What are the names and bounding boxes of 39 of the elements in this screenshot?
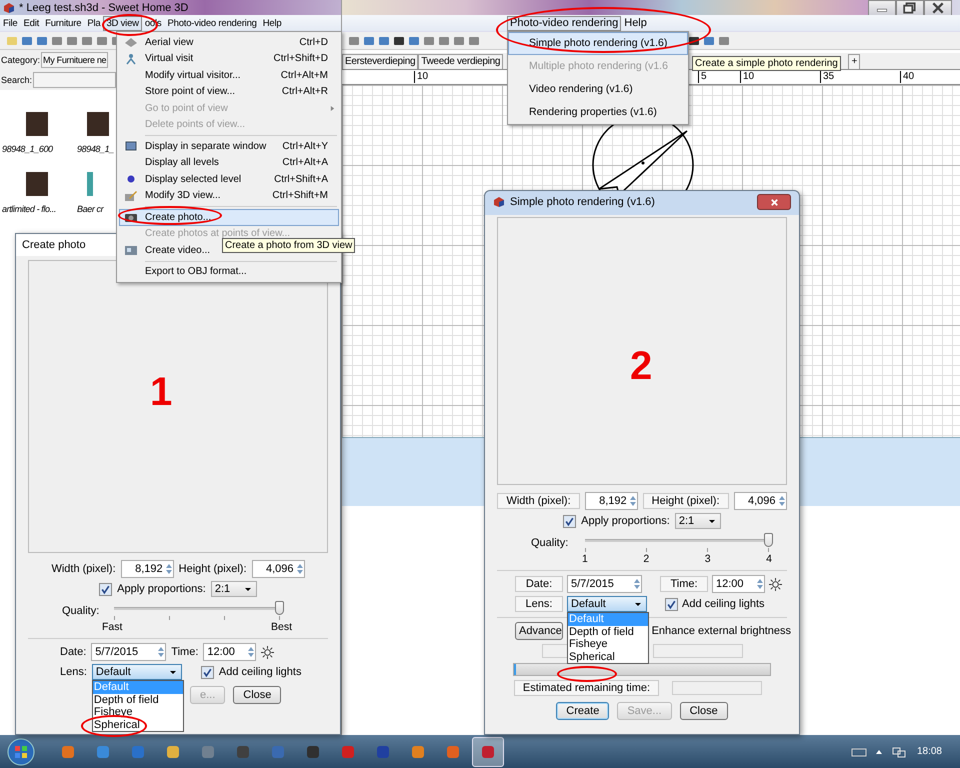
furniture-name: artlimited - flo... <box>2 204 56 214</box>
step-number: 1 <box>150 372 172 412</box>
tick-label: Best <box>270 621 292 633</box>
field-label: Date: <box>515 576 563 592</box>
field-label: Estimated remaining time: <box>514 680 660 696</box>
category-label: Category: <box>1 55 40 65</box>
field-label: Lens: <box>60 666 87 678</box>
tooltip: Create a simple photo rendering <box>692 56 841 71</box>
field-label: Time: <box>660 576 708 592</box>
field-label: Height (pixel): <box>642 493 729 509</box>
furniture-name: 98948_1_ <box>77 144 114 154</box>
field-label: Lens: <box>515 596 563 612</box>
tick-label: 2 <box>643 553 650 565</box>
field-label: Height (pixel): <box>178 563 247 575</box>
field-label: Time: <box>171 646 198 658</box>
checkbox-label: Enhance external brightness <box>652 625 791 637</box>
tick-label: 4 <box>766 553 772 565</box>
quality-label: Quality: <box>530 537 570 549</box>
field-label: Width (pixel): <box>51 563 116 575</box>
checkbox-label: Apply proportions: <box>581 515 670 527</box>
step-number: 2 <box>630 346 652 386</box>
window-title: * Leeg test.sh3d - Sweet Home 3D <box>19 2 188 14</box>
tooltip: Create a photo from 3D view <box>222 238 356 253</box>
checkbox-label: Add ceiling lights <box>682 598 765 610</box>
checkbox-label: Add ceiling lights <box>218 666 302 678</box>
field-label: Date: <box>60 646 86 658</box>
quality-label: Quality: <box>61 605 100 617</box>
tick-label: 3 <box>704 553 711 565</box>
dialog-title: Simple photo rendering (v1.6) <box>510 196 655 208</box>
tick-label: 1 <box>582 553 588 565</box>
tick-label: Fast <box>102 621 122 633</box>
ruler-label: 40 <box>900 71 914 83</box>
dialog-title: Create photo <box>22 239 86 251</box>
checkbox-label: Apply proportions: <box>117 583 206 595</box>
furniture-name: 98948_1_600 <box>2 144 53 154</box>
ruler-label: 10 <box>414 71 428 83</box>
field-label: Width (pixel): <box>497 493 580 509</box>
furniture-name: Baer cr <box>77 204 104 214</box>
search-label: Search: <box>1 75 32 85</box>
